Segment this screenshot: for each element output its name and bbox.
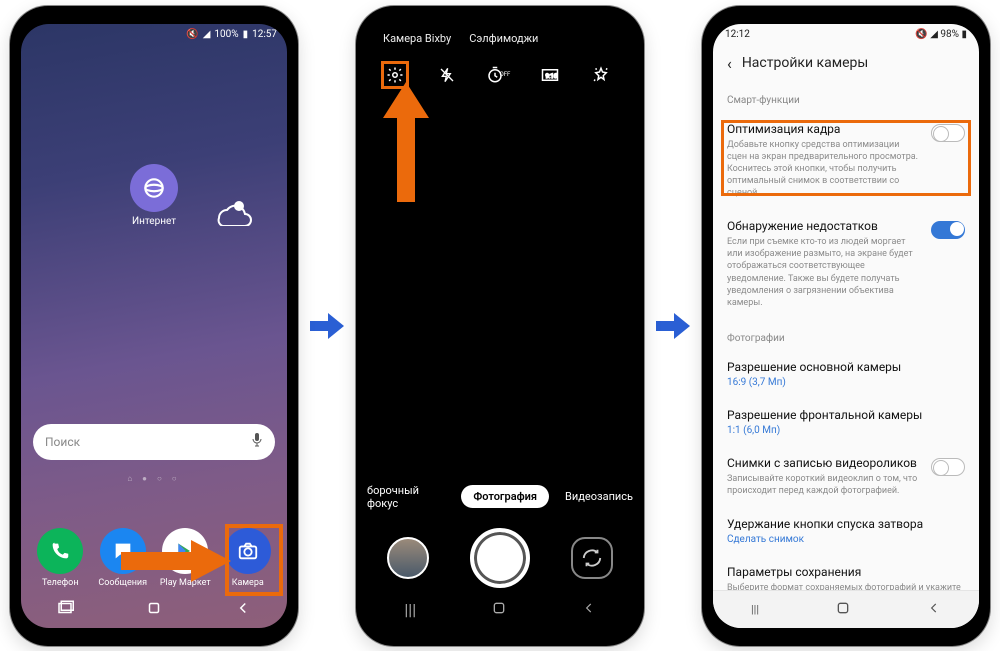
shutter-button[interactable] <box>470 528 530 588</box>
gallery-thumbnail[interactable] <box>387 537 429 579</box>
flash-icon[interactable] <box>433 61 461 89</box>
settings-header: ‹ Настройки камеры <box>713 46 979 81</box>
search-placeholder: Поиск <box>45 435 80 449</box>
clock: 12:57 <box>252 29 277 40</box>
recents-icon[interactable] <box>56 599 74 621</box>
home-icon[interactable] <box>145 599 163 621</box>
battery-icon: ▮ <box>961 29 967 40</box>
mode-photo[interactable]: Фотография <box>461 485 549 508</box>
internet-app-icon[interactable]: Интернет <box>130 164 178 227</box>
svg-text:+: + <box>237 201 243 212</box>
battery-text: 98% <box>940 29 959 40</box>
step-arrow-1 <box>307 306 347 346</box>
back-icon[interactable] <box>582 600 596 619</box>
mode-selective-focus[interactable]: борочный фокус <box>367 484 445 510</box>
setting-motion-photo[interactable]: Снимки с записью видеороликов Записывайт… <box>713 446 979 507</box>
battery-icon: ▮ <box>243 29 249 40</box>
timer-icon[interactable]: OFF <box>484 61 512 89</box>
switch-camera-icon[interactable] <box>571 537 613 579</box>
back-icon[interactable]: ‹ <box>727 54 732 73</box>
mute-icon: 🔇 <box>915 29 927 40</box>
section-smart-functions: Смарт-функции <box>713 81 979 112</box>
aspect-ratio-icon[interactable]: 9:16 <box>536 61 564 89</box>
highlight-camera-box <box>225 524 283 596</box>
status-bar: 12:12 🔇 ◢ 98% ▮ <box>713 24 979 46</box>
status-bar: 🔇 ◢ 100% ▮ 12:57 <box>21 24 287 46</box>
page-indicator-dots: ⌂ ● ○ ○ <box>21 474 287 483</box>
page-title: Настройки камеры <box>742 55 868 71</box>
phone-camera-settings-screen: 12:12 🔇 ◢ 98% ▮ ‹ Настройки камеры Смарт… <box>702 6 990 646</box>
signal-icon: ◢ <box>203 29 211 40</box>
setting-flaw-detection[interactable]: Обнаружение недостатков Если при съемке … <box>713 209 979 319</box>
android-nav-bar: ||| <box>713 590 979 628</box>
setting-front-resolution[interactable]: Разрешение фронтальной камеры 1:1 (6,0 М… <box>713 398 979 446</box>
android-nav-bar <box>21 592 287 628</box>
home-icon[interactable] <box>835 600 851 619</box>
svg-text:9:16: 9:16 <box>545 73 557 80</box>
toggle-motion-photo[interactable] <box>931 458 965 476</box>
mute-icon: 🔇 <box>186 29 198 40</box>
highlight-scene-optimizer-box <box>721 120 971 196</box>
microphone-icon[interactable] <box>251 432 263 451</box>
weather-widget-icon[interactable]: + <box>209 194 253 230</box>
battery-text: 100% <box>214 29 238 40</box>
phone-home-screen: 🔇 ◢ 100% ▮ 12:57 Интернет + <box>10 6 298 646</box>
phone-app-icon[interactable]: Телефон <box>32 528 88 588</box>
setting-rear-resolution[interactable]: Разрешение основной камеры 16:9 (3,7 Мп) <box>713 350 979 398</box>
tab-ar-emoji[interactable]: Сэлфимоджи <box>469 32 538 45</box>
signal-icon: ◢ <box>930 29 938 40</box>
camera-top-tabs: Камера Bixby Сэлфимоджи <box>367 24 633 53</box>
step-arrow-2 <box>653 306 693 346</box>
mode-video[interactable]: Видеозапись <box>565 490 633 503</box>
setting-hold-shutter[interactable]: Удержание кнопки спуска затвора Сделать … <box>713 507 979 555</box>
tab-bixby-camera[interactable]: Камера Bixby <box>383 32 451 45</box>
camera-mode-row[interactable]: борочный фокус Фотография Видеозапись <box>367 484 633 510</box>
search-bar[interactable]: Поиск <box>33 424 275 460</box>
recents-icon[interactable]: ||| <box>751 603 759 616</box>
back-icon[interactable] <box>927 601 941 618</box>
back-icon[interactable] <box>234 599 252 621</box>
toggle-flaw-detection[interactable] <box>931 221 965 239</box>
clock: 12:12 <box>725 29 750 40</box>
recents-icon[interactable]: ||| <box>404 600 416 619</box>
annotation-arrow-to-gear <box>383 82 429 202</box>
annotation-arrow-to-camera <box>121 540 231 582</box>
android-nav-bar: ||| <box>367 592 633 628</box>
phone-camera-screen: Камера Bixby Сэлфимоджи OFF 9:16 борочны… <box>356 6 644 646</box>
section-photos: Фотографии <box>713 319 979 350</box>
home-icon[interactable] <box>491 600 507 620</box>
filters-icon[interactable] <box>587 61 615 89</box>
